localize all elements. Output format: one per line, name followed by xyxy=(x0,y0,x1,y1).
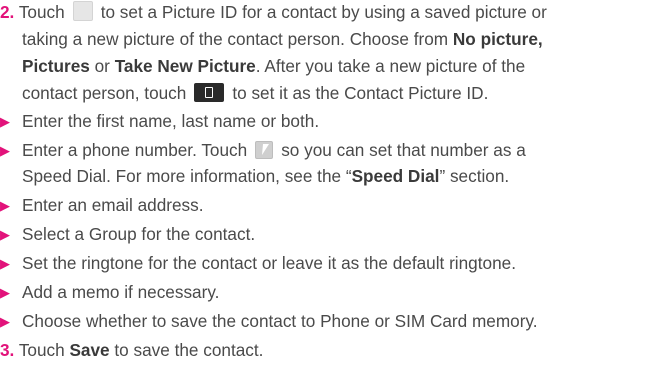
step-text: Touch xyxy=(18,2,65,22)
bullet-ringtone: ▶ Set the ringtone for the contact or lea… xyxy=(0,251,640,277)
step-text: to save the contact. xyxy=(114,340,264,360)
step-number: 2. xyxy=(0,2,15,22)
step-text: contact person, touch xyxy=(22,83,187,103)
manual-page: 2. Touch to set a Picture ID for a contac… xyxy=(0,0,650,384)
step-number: 3. xyxy=(0,340,15,360)
triangle-right-icon: ▶ xyxy=(0,114,10,129)
triangle-right-icon: ▶ xyxy=(0,256,10,271)
bullet-text: Add a memo if necessary. xyxy=(22,282,220,302)
bullet-text: so you can set that number as a xyxy=(281,140,526,160)
bullet-email: ▶ Enter an email address. xyxy=(0,193,640,219)
step-text: to set it as the Contact Picture ID. xyxy=(232,83,489,103)
step-text: or xyxy=(94,56,110,76)
bullet-text: Enter the first name, last name or both. xyxy=(22,111,320,131)
bullet-text: Enter an email address. xyxy=(22,195,204,215)
speed-dial-reference: Speed Dial xyxy=(351,166,440,186)
speed-dial-icon xyxy=(255,141,274,159)
triangle-right-icon: ▶ xyxy=(0,227,10,242)
bullet-text: Enter a phone number. Touch xyxy=(22,140,248,160)
step-text: Touch xyxy=(18,340,65,360)
bullet-memo: ▶ Add a memo if necessary. xyxy=(0,280,640,306)
bullet-text: Speed Dial. For more information, see th… xyxy=(22,166,352,186)
triangle-right-icon: ▶ xyxy=(0,314,10,329)
bullet-text: Select a Group for the contact. xyxy=(22,224,256,244)
bullet-text: Set the ringtone for the contact or leav… xyxy=(22,253,516,273)
step-text: to set a Picture ID for a contact by usi… xyxy=(100,2,547,22)
contact-picture-icon xyxy=(194,83,225,102)
bullet-memory: ▶ Choose whether to save the contact to P… xyxy=(0,309,640,335)
step-text: taking a new picture of the contact pers… xyxy=(22,29,449,49)
bullet-text: ” section. xyxy=(439,166,510,186)
picture-placeholder-icon xyxy=(72,1,93,21)
step-text: . After you take a new picture of the xyxy=(255,56,526,76)
triangle-right-icon: ▶ xyxy=(0,285,10,300)
bullet-name: ▶ Enter the first name, last name or both… xyxy=(0,109,640,135)
step-2-line-1: 2. Touch to set a Picture ID for a contac… xyxy=(0,0,640,24)
bullet-text: Choose whether to save the contact to Ph… xyxy=(22,311,538,331)
bullet-phone: ▶ Enter a phone number. Touch so you can s… xyxy=(0,138,640,164)
option-no-picture: No picture, xyxy=(452,29,543,49)
step-2-line-4: contact person, touch to set it as the Co… xyxy=(22,81,650,105)
step-2-line-2: taking a new picture of the contact pers… xyxy=(22,27,650,51)
save-reference: Save xyxy=(69,340,110,360)
triangle-right-icon: ▶ xyxy=(0,143,10,158)
step-2-line-3: Pictures or Take New Picture. After you … xyxy=(22,54,650,78)
step-3: 3. Touch Save to save the contact. xyxy=(0,338,640,362)
option-pictures: Pictures xyxy=(22,56,90,76)
bullet-group: ▶ Select a Group for the contact. xyxy=(0,222,640,248)
triangle-right-icon: ▶ xyxy=(0,198,10,213)
option-take-new-picture: Take New Picture xyxy=(114,56,256,76)
bullet-phone-line-2: Speed Dial. For more information, see th… xyxy=(22,164,650,188)
